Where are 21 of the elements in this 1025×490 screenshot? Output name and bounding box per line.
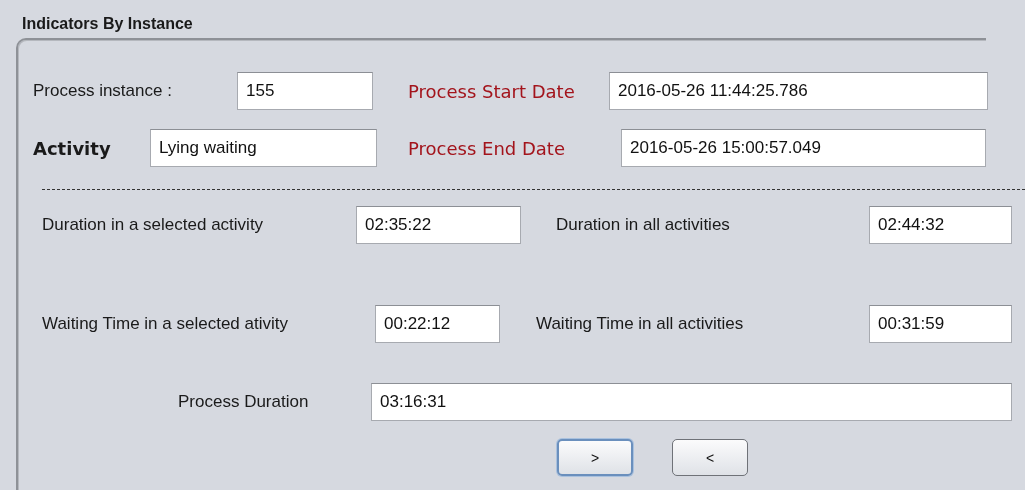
input-field[interactable]: 00:31:59 xyxy=(869,305,1012,343)
field-label: Activity xyxy=(33,137,111,159)
panel-title: Indicators By Instance xyxy=(21,14,193,34)
input-field[interactable]: 02:44:32 xyxy=(869,206,1012,244)
next-button[interactable]: > xyxy=(557,439,633,476)
input-field[interactable]: 155 xyxy=(237,72,373,110)
field-label: Waiting Time in a selected ativity xyxy=(42,314,288,334)
field-label: Process Start Date xyxy=(408,80,575,102)
input-field[interactable]: Lying waiting xyxy=(150,129,377,167)
field-label: Duration in a selected activity xyxy=(42,215,264,235)
input-field[interactable]: 00:22:12 xyxy=(375,305,500,343)
field-label: Waiting Time in all activities xyxy=(536,314,744,334)
input-field[interactable]: 03:16:31 xyxy=(371,383,1012,421)
input-field[interactable]: 02:35:22 xyxy=(356,206,521,244)
input-field[interactable]: 2016-05-26 11:44:25.786 xyxy=(609,72,988,110)
field-label: Process instance : xyxy=(33,81,172,101)
field-label: Process End Date xyxy=(408,137,565,159)
field-label: Process Duration xyxy=(178,392,309,412)
field-label: Duration in all activities xyxy=(556,215,730,235)
input-field[interactable]: 2016-05-26 15:00:57.049 xyxy=(621,129,986,167)
previous-button[interactable]: < xyxy=(672,439,748,476)
